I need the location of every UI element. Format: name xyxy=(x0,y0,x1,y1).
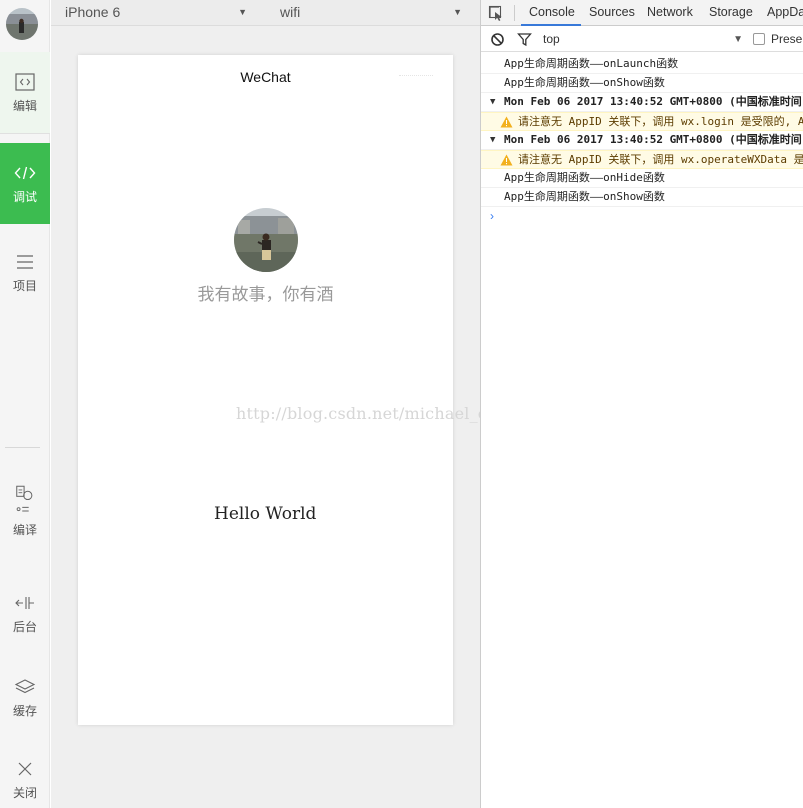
sidebar-item-label: 关闭 xyxy=(12,785,37,800)
log-text: 请注意无 AppID 关联下，调用 wx.login 是受限的, API 的返回… xyxy=(518,115,803,128)
sidebar-item-backstage[interactable]: 后台 xyxy=(0,578,50,648)
preserve-log-label: Preserve log xyxy=(771,32,803,46)
device-select-value: iPhone 6 xyxy=(65,4,121,20)
tab-appdata[interactable]: AppData xyxy=(767,5,803,19)
preserve-log-checkbox[interactable]: Preserve log xyxy=(753,32,803,46)
device-select[interactable]: iPhone 6 ▼ xyxy=(65,4,247,20)
tab-storage[interactable]: Storage xyxy=(709,5,753,19)
sidebar-item-edit[interactable]: 编辑 xyxy=(0,52,50,134)
console-warning-row: 请注意无 AppID 关联下，调用 wx.login 是受限的, API 的返回… xyxy=(481,112,803,131)
triangle-down-icon[interactable]: ▼ xyxy=(490,93,495,111)
clear-console-icon[interactable] xyxy=(490,32,505,47)
phone-navigation-bar: WeChat xyxy=(78,55,453,99)
menu-lines-icon xyxy=(14,251,36,273)
console-log-row: App生命周期函数——onShow函数 xyxy=(481,74,803,93)
network-select[interactable]: wifi ▼ xyxy=(280,4,462,20)
filter-icon[interactable] xyxy=(517,32,532,47)
avatar[interactable] xyxy=(6,8,38,40)
warning-icon xyxy=(500,154,513,166)
sidebar-item-label: 编辑 xyxy=(12,99,37,113)
backstage-icon xyxy=(14,592,36,614)
sidebar-item-close[interactable]: 关闭 xyxy=(0,750,50,808)
log-text: App生命周期函数——onLaunch函数 xyxy=(504,57,679,70)
log-text: Mon Feb 06 2017 13:40:52 GMT+0800 (中国标准时… xyxy=(504,95,803,108)
log-text: App生命周期函数——onShow函数 xyxy=(504,76,665,89)
hello-text: Hello World xyxy=(214,504,317,524)
code-brackets-icon xyxy=(14,162,36,184)
sidebar-item-label: 项目 xyxy=(12,278,37,293)
console-group-row[interactable]: ▼ Mon Feb 06 2017 13:40:52 GMT+0800 (中国标准… xyxy=(481,93,803,112)
console-log-row: App生命周期函数——onHide函数 xyxy=(481,169,803,188)
code-window-icon xyxy=(14,71,36,93)
console-warning-row: 请注意无 AppID 关联下，调用 wx.operateWXData 是受限的,… xyxy=(481,150,803,169)
checkbox-box[interactable] xyxy=(753,33,765,45)
log-text: 请注意无 AppID 关联下，调用 wx.operateWXData 是受限的,… xyxy=(518,153,803,166)
user-avatar[interactable] xyxy=(234,208,298,272)
sidebar-divider xyxy=(5,447,40,448)
console-log-row: App生命周期函数——onLaunch函数 xyxy=(481,55,803,74)
caret-down-icon: ▼ xyxy=(238,7,247,17)
log-text: App生命周期函数——onShow函数 xyxy=(504,190,665,203)
prompt-chevron-icon: › xyxy=(490,209,494,223)
sidebar-item-compile[interactable]: 编译 xyxy=(0,470,50,550)
sidebar-item-label: 后台 xyxy=(12,619,37,634)
console-toolbar: top ▼ Preserve log xyxy=(481,27,803,52)
sidebar-item-label: 缓存 xyxy=(12,703,37,718)
tab-sources[interactable]: Sources xyxy=(589,5,635,19)
triangle-down-icon[interactable]: ▼ xyxy=(490,131,495,149)
caret-down-icon: ▼ xyxy=(453,7,462,17)
close-icon xyxy=(14,758,36,780)
context-select-value: top xyxy=(543,32,560,46)
sidebar-item-cache[interactable]: 缓存 xyxy=(0,662,50,732)
console-log-row: App生命周期函数——onShow函数 xyxy=(481,188,803,207)
sidebar-item-debug[interactable]: 调试 xyxy=(0,143,50,224)
simulator-toolbar: iPhone 6 ▼ wifi ▼ xyxy=(51,0,480,26)
user-nickname: 我有故事，你有酒 xyxy=(197,285,334,305)
context-select[interactable]: top ▼ xyxy=(539,29,743,49)
caret-down-icon: ▼ xyxy=(733,33,743,45)
console-prompt[interactable]: › xyxy=(481,207,803,227)
log-text: App生命周期函数——onHide函数 xyxy=(504,171,665,184)
compile-icon xyxy=(14,483,36,517)
log-text: Mon Feb 06 2017 13:40:52 GMT+0800 (中国标准时… xyxy=(504,133,803,146)
sidebar-item-label: 调试 xyxy=(12,190,37,204)
devtools-tabbar: Console Sources Network Storage AppData xyxy=(481,0,803,26)
layers-icon xyxy=(14,676,36,698)
inspect-element-icon[interactable] xyxy=(487,4,505,22)
devtools-panel: Console Sources Network Storage AppData … xyxy=(480,0,803,808)
tab-console[interactable]: Console xyxy=(529,5,575,19)
console-output: App生命周期函数——onLaunch函数 App生命周期函数——onShow函… xyxy=(481,55,803,227)
sidebar: 编辑 调试 项目 编译 后台 缓存 关闭 xyxy=(0,0,50,808)
capsule-button[interactable] xyxy=(399,75,433,79)
network-select-value: wifi xyxy=(280,4,301,20)
active-tab-indicator xyxy=(521,24,581,26)
tab-separator xyxy=(514,5,515,21)
tab-network[interactable]: Network xyxy=(647,5,693,19)
phone-screen: WeChat 我有故事，你有酒 Hello World xyxy=(78,55,453,725)
warning-icon xyxy=(500,116,513,128)
page-title: WeChat xyxy=(240,69,291,85)
sidebar-item-label: 编译 xyxy=(12,522,37,537)
console-group-row[interactable]: ▼ Mon Feb 06 2017 13:40:52 GMT+0800 (中国标准… xyxy=(481,131,803,150)
sidebar-item-project[interactable]: 项目 xyxy=(0,232,50,312)
